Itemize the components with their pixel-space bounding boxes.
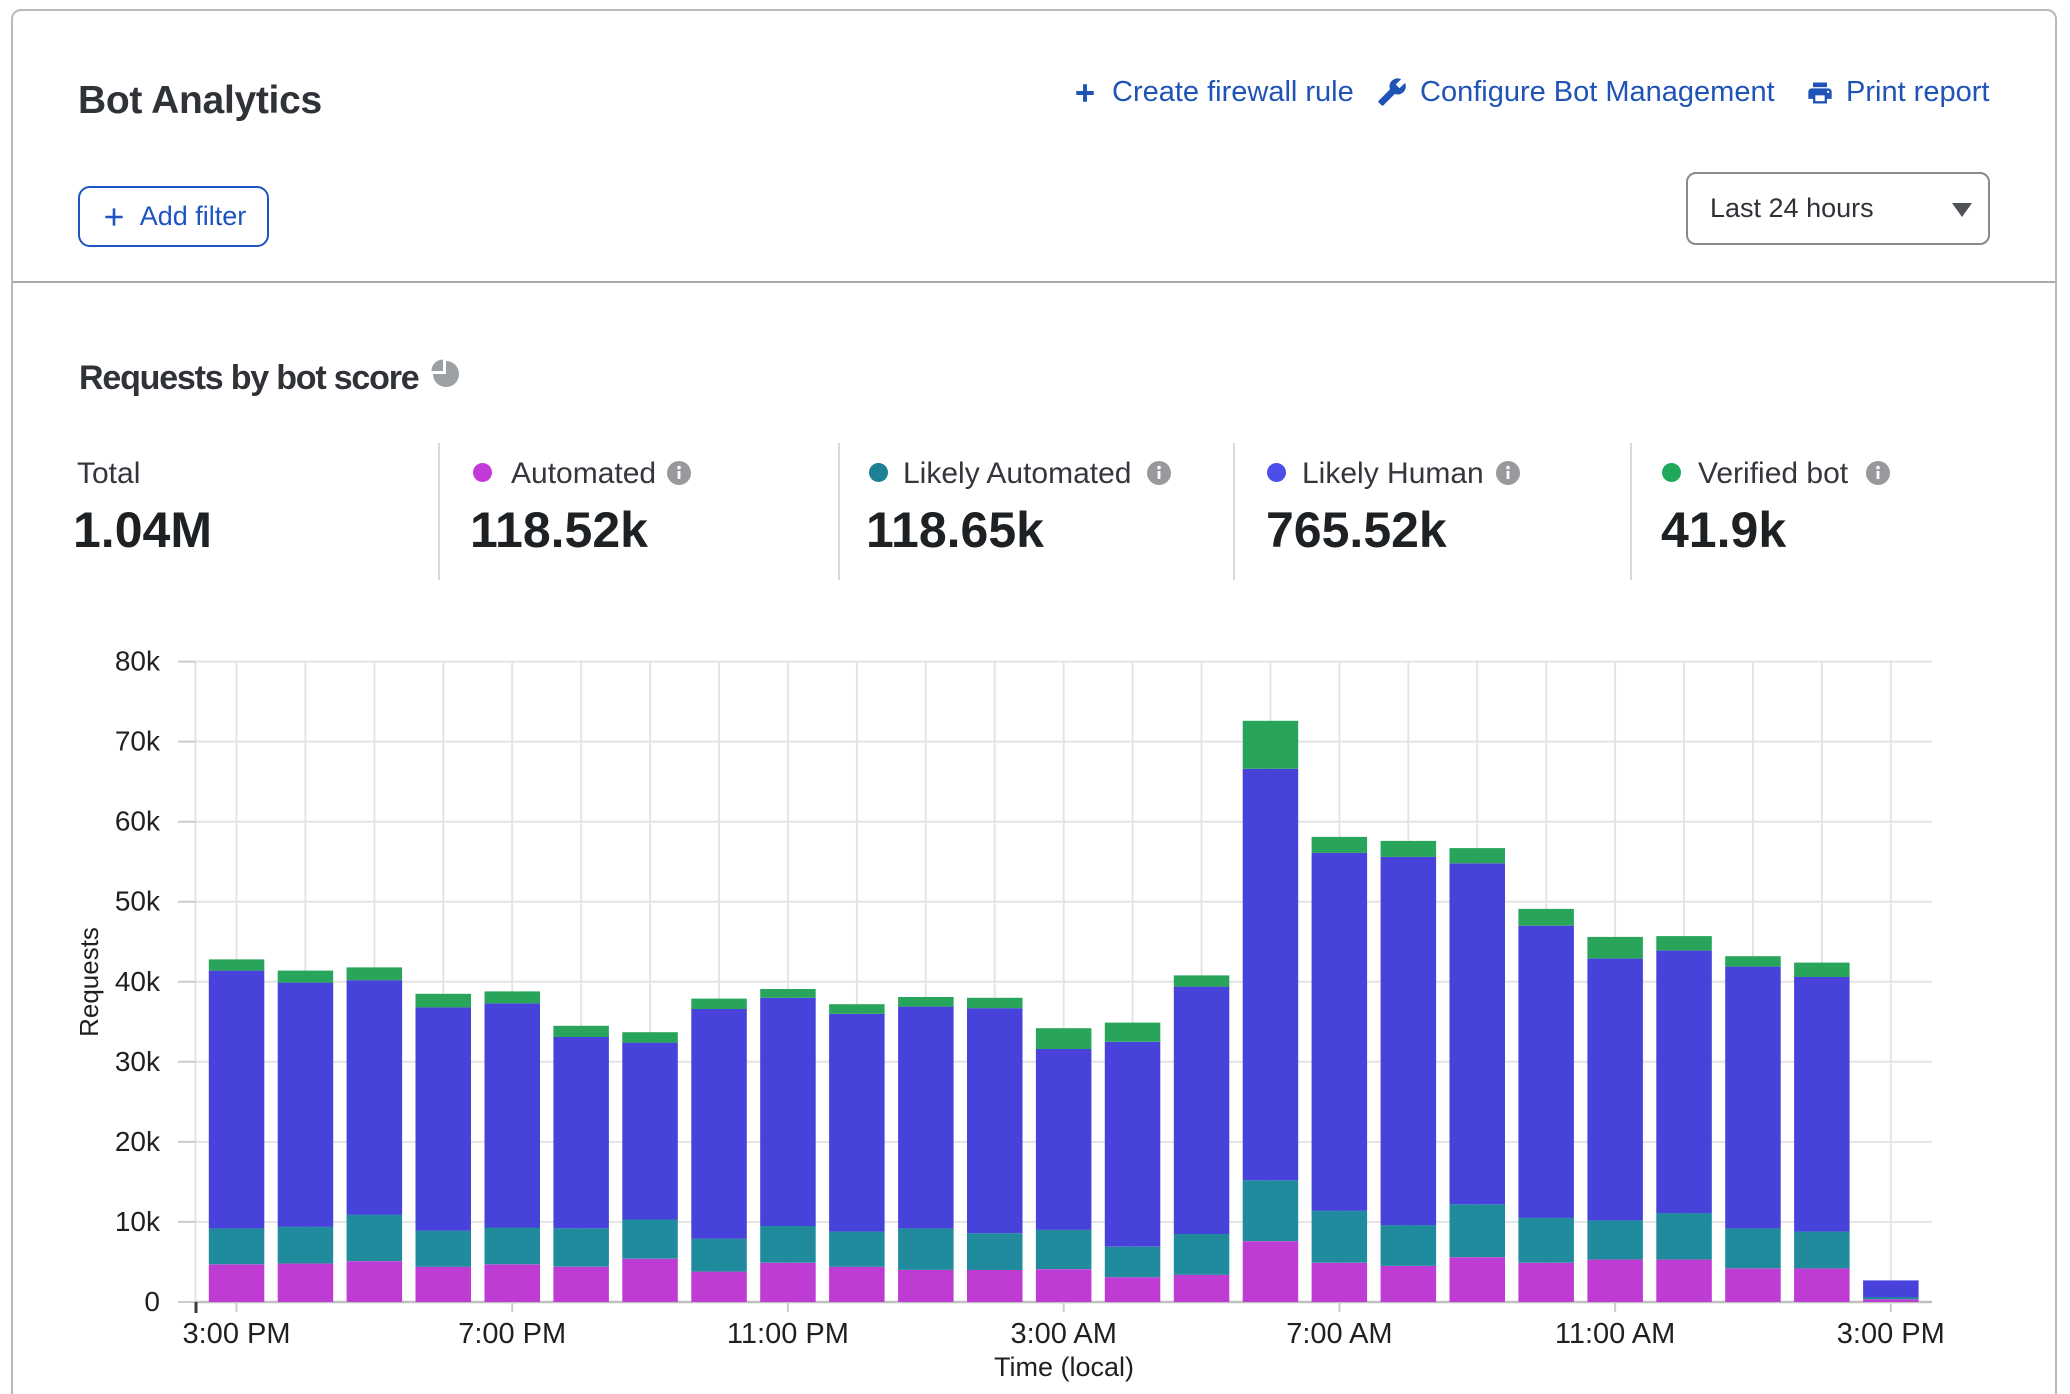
svg-text:7:00 AM: 7:00 AM — [1286, 1318, 1392, 1350]
svg-text:11:00 AM: 11:00 AM — [1555, 1318, 1675, 1350]
svg-text:0: 0 — [144, 1286, 160, 1317]
svg-text:3:00 PM: 3:00 PM — [1837, 1318, 1945, 1350]
svg-text:30k: 30k — [115, 1046, 161, 1077]
svg-text:3:00 AM: 3:00 AM — [1010, 1318, 1116, 1350]
svg-text:7:00 PM: 7:00 PM — [458, 1318, 566, 1350]
svg-text:11:00 PM: 11:00 PM — [727, 1318, 849, 1350]
svg-text:3:00 PM: 3:00 PM — [183, 1318, 291, 1350]
svg-text:40k: 40k — [115, 966, 161, 997]
svg-text:60k: 60k — [115, 806, 161, 837]
svg-text:80k: 80k — [115, 646, 161, 677]
svg-text:50k: 50k — [115, 886, 161, 917]
svg-text:70k: 70k — [115, 726, 161, 757]
svg-text:10k: 10k — [115, 1206, 161, 1237]
svg-text:20k: 20k — [115, 1126, 161, 1157]
svg-text:Requests: Requests — [74, 927, 104, 1037]
svg-text:Time (local): Time (local) — [994, 1352, 1134, 1382]
